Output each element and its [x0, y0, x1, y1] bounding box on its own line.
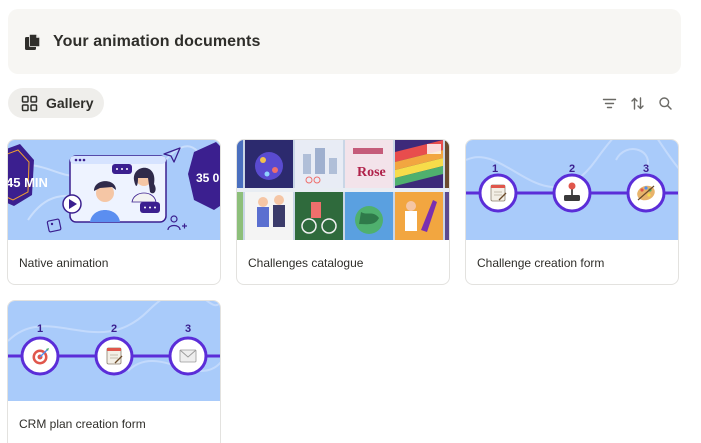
gallery-card-crm-plan-creation-form[interactable]: 1 2 3 CRM plan creation form: [7, 300, 221, 443]
gallery-grid-icon: [21, 95, 38, 112]
challenge-form-cover: 1 2 3: [466, 140, 678, 240]
gallery-card-challenge-creation-form[interactable]: 1 2 3 Challenge creation form: [465, 139, 679, 285]
card-title: CRM plan creation form: [19, 417, 146, 431]
badge-right-text: 35 0: [196, 171, 220, 185]
challenges-catalogue-cover: Rose: [237, 140, 449, 240]
tab-gallery-label: Gallery: [46, 95, 94, 111]
badge-left-text: 45 MIN: [8, 175, 48, 190]
page-header: Your animation documents: [8, 9, 681, 74]
tab-gallery[interactable]: Gallery: [8, 88, 104, 118]
toolbar-actions: [601, 95, 673, 111]
envelope-icon: [179, 349, 197, 363]
step-1-label: 1: [37, 323, 43, 335]
poster-rose-text: Rose: [357, 165, 386, 180]
crm-form-cover: 1 2 3: [8, 301, 220, 401]
card-title: Challenges catalogue: [248, 256, 364, 270]
documents-icon: [23, 32, 43, 52]
native-animation-cover: 45 MIN 35 0: [8, 140, 220, 240]
search-icon[interactable]: [657, 95, 673, 111]
step-3-label: 3: [643, 163, 649, 175]
notepad-icon: [490, 184, 507, 202]
page-title: Your animation documents: [53, 32, 261, 50]
filter-icon[interactable]: [601, 95, 617, 111]
card-title: Challenge creation form: [477, 256, 605, 270]
notepad-icon: [106, 347, 123, 365]
step-3-label: 3: [185, 323, 191, 335]
sort-icon[interactable]: [629, 95, 645, 111]
step-2-label: 2: [569, 163, 575, 175]
gallery-card-native-animation[interactable]: 45 MIN 35 0 Native animation: [7, 139, 221, 285]
view-toolbar: Gallery: [8, 88, 681, 118]
gallery-card-challenges-catalogue[interactable]: Rose Challenges catalogue: [236, 139, 450, 285]
card-title: Native animation: [19, 256, 109, 270]
step-1-label: 1: [492, 163, 498, 175]
step-2-label: 2: [111, 323, 117, 335]
